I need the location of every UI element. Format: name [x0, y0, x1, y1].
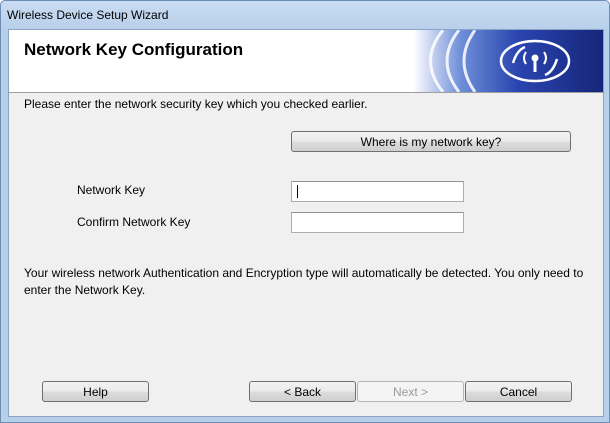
text-caret — [297, 185, 298, 198]
dialog-body: Network Key Configuration Please enter t… — [8, 29, 604, 417]
wifi-signal-icon — [413, 30, 603, 92]
header-panel: Network Key Configuration — [9, 30, 603, 93]
intro-text: Please enter the network security key wh… — [24, 97, 368, 111]
wizard-window: Wireless Device Setup Wizard Network Key… — [0, 0, 610, 423]
back-button[interactable]: < Back — [249, 381, 356, 402]
confirm-network-key-input[interactable] — [291, 212, 464, 233]
help-button[interactable]: Help — [42, 381, 149, 402]
page-title: Network Key Configuration — [24, 40, 244, 59]
where-is-network-key-button[interactable]: Where is my network key? — [291, 131, 571, 152]
cancel-button[interactable]: Cancel — [465, 381, 572, 402]
window-title: Wireless Device Setup Wizard — [7, 8, 169, 22]
next-button[interactable]: Next > — [357, 381, 464, 402]
network-key-input[interactable] — [291, 181, 464, 202]
title-bar[interactable]: Wireless Device Setup Wizard — [1, 1, 609, 29]
network-key-label: Network Key — [77, 183, 146, 197]
confirm-network-key-label: Confirm Network Key — [77, 215, 191, 229]
info-note: Your wireless network Authentication and… — [24, 266, 584, 297]
